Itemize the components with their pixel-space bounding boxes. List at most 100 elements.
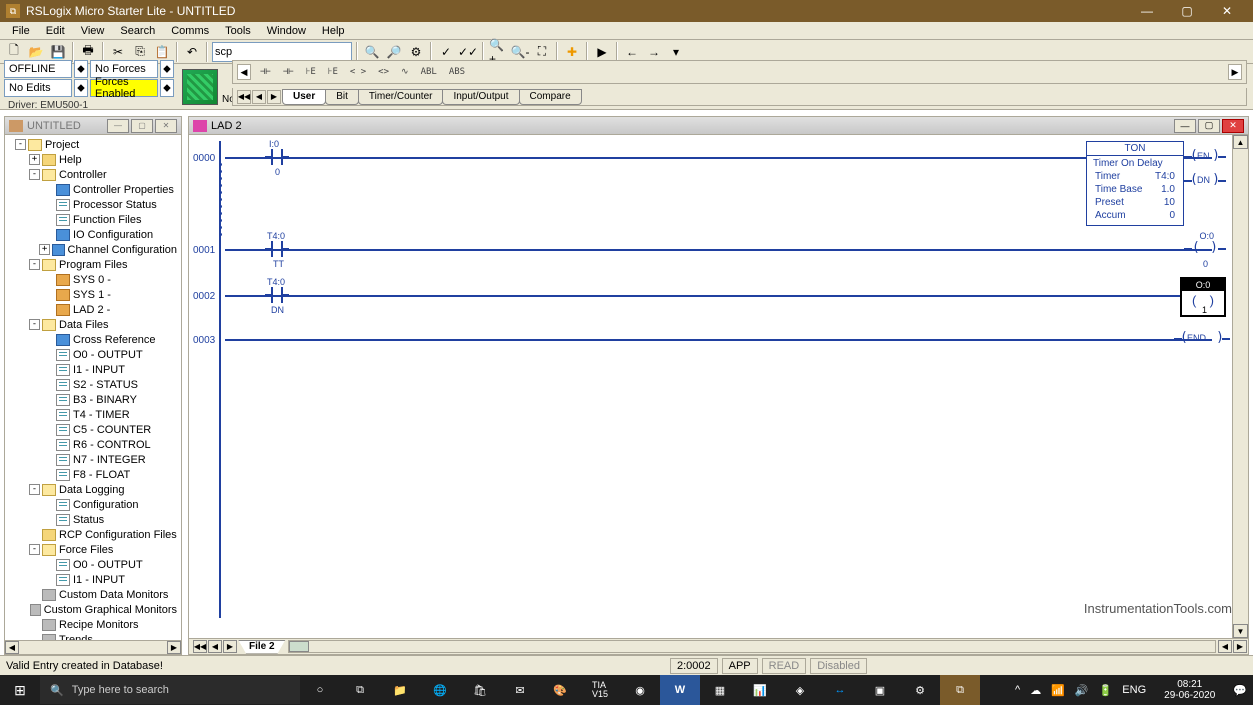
tree-item[interactable]: O0 - OUTPUT: [5, 557, 181, 572]
chrome-icon[interactable]: ◉: [620, 675, 660, 705]
tree-item[interactable]: R6 - CONTROL: [5, 437, 181, 452]
zoom-out-button[interactable]: 🔍-: [510, 42, 530, 62]
instr-otl[interactable]: ⊦E: [325, 67, 341, 77]
ft-first[interactable]: ◀◀: [193, 640, 207, 653]
tree-item[interactable]: +Help: [5, 152, 181, 167]
tree-item[interactable]: -Project: [5, 137, 181, 152]
expander[interactable]: -: [29, 259, 40, 270]
volume-icon[interactable]: 🔊: [1075, 684, 1089, 697]
open-button[interactable]: 📂: [26, 42, 46, 62]
paint-icon[interactable]: 🎨: [540, 675, 580, 705]
paste-button[interactable]: 📋: [152, 42, 172, 62]
expander[interactable]: +: [29, 154, 40, 165]
app3-icon[interactable]: ◈: [780, 675, 820, 705]
ft-scroll-left[interactable]: ◀: [1218, 640, 1232, 653]
coil-o0-0[interactable]: ( ): [1190, 241, 1220, 257]
ft-thumb[interactable]: [289, 641, 309, 652]
find-next-button[interactable]: 🔎: [384, 42, 404, 62]
explorer-icon[interactable]: 📁: [380, 675, 420, 705]
instr-ote[interactable]: ⊦E: [303, 67, 319, 77]
tree-item[interactable]: Cross Reference: [5, 332, 181, 347]
back-button[interactable]: ←: [622, 42, 642, 62]
tree-item[interactable]: -Data Logging: [5, 482, 181, 497]
maximize-button[interactable]: ▢: [1167, 0, 1207, 22]
start-button[interactable]: ⊞: [0, 675, 40, 705]
processor-icon[interactable]: [182, 69, 218, 105]
menu-comms[interactable]: Comms: [163, 23, 217, 39]
expander[interactable]: -: [29, 544, 40, 555]
menu-view[interactable]: View: [73, 23, 113, 39]
tree-max[interactable]: ▢: [131, 119, 153, 133]
tree-item[interactable]: I1 - INPUT: [5, 362, 181, 377]
mode-dd[interactable]: ⬥: [74, 60, 88, 78]
battery-icon[interactable]: 🔋: [1099, 684, 1113, 697]
rung-0[interactable]: [225, 157, 1212, 159]
tia-icon[interactable]: TIAV15: [580, 675, 620, 705]
instr-abs[interactable]: ABS: [446, 67, 468, 77]
notifications-icon[interactable]: 💬: [1233, 684, 1247, 697]
tree-close[interactable]: ✕: [155, 119, 177, 133]
ft-next[interactable]: ▶: [223, 640, 237, 653]
contact-i0[interactable]: [265, 149, 289, 165]
store-icon[interactable]: 🛍: [460, 675, 500, 705]
edits-dd[interactable]: ⬥: [74, 79, 88, 97]
find-button[interactable]: 🔍: [362, 42, 382, 62]
undo-button[interactable]: ↶: [182, 42, 202, 62]
forces-dd[interactable]: ⬥: [160, 60, 174, 78]
file-tab[interactable]: File 2: [238, 640, 286, 654]
find-prev-button[interactable]: ⚙: [406, 42, 426, 62]
scroll-right[interactable]: ▶: [167, 641, 181, 654]
ladder-vscroll[interactable]: ▲ ▼: [1232, 135, 1248, 638]
tabs-first[interactable]: ◀◀: [237, 90, 251, 104]
new-button[interactable]: 🗋: [4, 42, 24, 62]
instr-ons[interactable]: ∿: [398, 67, 412, 77]
ladder-min[interactable]: —: [1174, 119, 1196, 133]
tree-hscroll[interactable]: ◀ ▶: [5, 640, 181, 654]
project-tree[interactable]: -Project+Help-ControllerController Prope…: [5, 135, 181, 640]
ladder-max[interactable]: ▢: [1198, 119, 1220, 133]
zoom-in-button[interactable]: 🔍+: [488, 42, 508, 62]
expander[interactable]: -: [29, 484, 40, 495]
verify-project-button[interactable]: ✓✓: [458, 42, 478, 62]
wifi-icon[interactable]: 📶: [1051, 684, 1065, 697]
vscroll-up[interactable]: ▲: [1233, 135, 1248, 149]
ladder-close[interactable]: ✕: [1222, 119, 1244, 133]
tree-item[interactable]: -Program Files: [5, 257, 181, 272]
tree-item[interactable]: C5 - COUNTER: [5, 422, 181, 437]
tree-min[interactable]: —: [107, 119, 129, 133]
taskview-icon[interactable]: ⧉: [340, 675, 380, 705]
ft-scroll-right[interactable]: ▶: [1233, 640, 1247, 653]
expander[interactable]: +: [39, 244, 49, 255]
tree-item[interactable]: -Controller: [5, 167, 181, 182]
contact-t4-dn[interactable]: [265, 287, 289, 303]
nav-dd-button[interactable]: ▾: [666, 42, 686, 62]
ft-hscroll[interactable]: [288, 640, 1216, 653]
app4-icon[interactable]: ▣: [860, 675, 900, 705]
tree-item[interactable]: Function Files: [5, 212, 181, 227]
word-icon[interactable]: W: [660, 675, 700, 705]
tree-item[interactable]: Recipe Monitors: [5, 617, 181, 632]
tree-item[interactable]: IO Configuration: [5, 227, 181, 242]
menu-help[interactable]: Help: [314, 23, 353, 39]
cut-button[interactable]: ✂: [108, 42, 128, 62]
app2-icon[interactable]: 📊: [740, 675, 780, 705]
vscroll-down[interactable]: ▼: [1233, 624, 1248, 638]
rung-2[interactable]: [225, 295, 1212, 297]
tree-item[interactable]: I1 - INPUT: [5, 572, 181, 587]
tab-bit[interactable]: Bit: [325, 89, 359, 105]
menu-edit[interactable]: Edit: [38, 23, 73, 39]
tree-item[interactable]: +Channel Configuration: [5, 242, 181, 257]
selected-output-o0-1[interactable]: O:0 ( ) 1: [1180, 277, 1226, 317]
add-button[interactable]: ✚: [562, 42, 582, 62]
tree-item[interactable]: RCP Configuration Files: [5, 527, 181, 542]
app5-icon[interactable]: ⚙: [900, 675, 940, 705]
instr-prev[interactable]: ◀: [237, 64, 251, 80]
fwd-button[interactable]: →: [644, 42, 664, 62]
tree-item[interactable]: F8 - FLOAT: [5, 467, 181, 482]
tree-item[interactable]: LAD 2 -: [5, 302, 181, 317]
ft-prev[interactable]: ◀: [208, 640, 222, 653]
go-button[interactable]: ▶: [592, 42, 612, 62]
tab-timer-counter[interactable]: Timer/Counter: [358, 89, 444, 105]
tab-compare[interactable]: Compare: [519, 89, 582, 105]
menu-search[interactable]: Search: [112, 23, 163, 39]
